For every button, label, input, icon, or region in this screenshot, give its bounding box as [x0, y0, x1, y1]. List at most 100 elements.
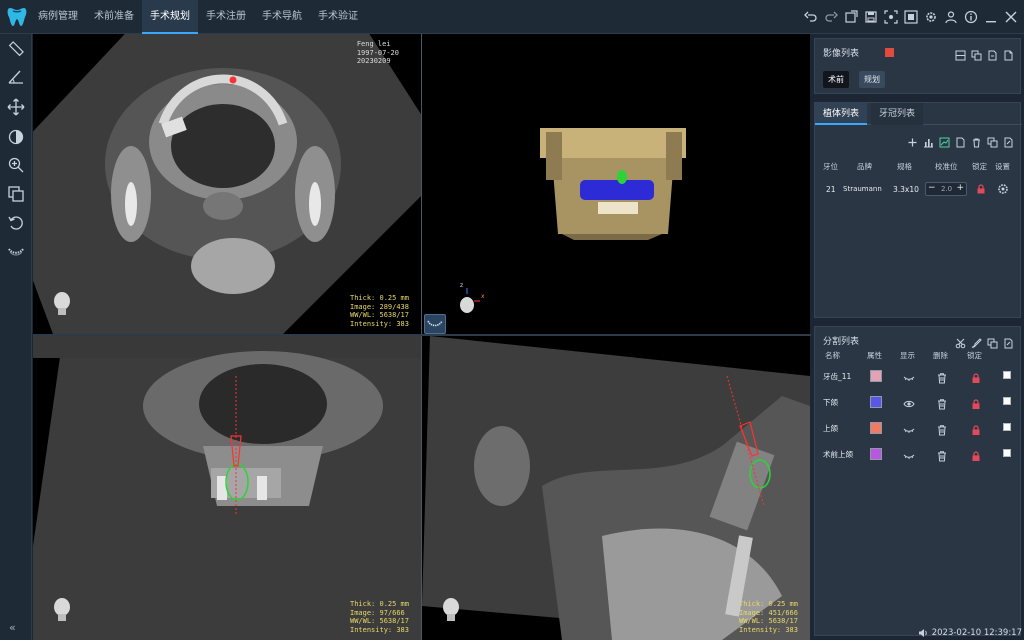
col-name: 名称 — [825, 351, 840, 360]
document-icon[interactable] — [955, 133, 966, 148]
chip-plan[interactable]: 规划 — [859, 71, 885, 88]
image-list-color-indicator — [885, 48, 894, 57]
viewport-divider-vertical[interactable] — [421, 34, 422, 640]
export-icon[interactable] — [1003, 334, 1014, 349]
segment-checkbox[interactable] — [1003, 423, 1011, 431]
tab-implant-list[interactable]: 植体列表 — [815, 103, 868, 125]
segment-row-tooth11[interactable]: 牙齿_11 — [815, 366, 1022, 388]
angle-icon[interactable] — [7, 68, 25, 86]
copy-icon[interactable] — [987, 133, 998, 148]
minimize-icon[interactable] — [984, 10, 998, 24]
status-datetime: 2023-02-10 12:39:17 — [931, 628, 1022, 638]
tab-surgical-registration[interactable]: 手术注册 — [198, 0, 254, 34]
axial-viewport[interactable]: Feng lei 1997-07-20 20230209 Thick: 0.25… — [33, 34, 421, 334]
axial-image-info: Thick: 0.25 mm Image: 289/438 WW/WL: 563… — [350, 294, 409, 328]
segment-color-swatch[interactable] — [870, 396, 882, 408]
slice-thickness: Thick: 0.25 mm — [738, 600, 798, 608]
col-delete: 删除 — [933, 351, 948, 360]
screenshot-icon[interactable] — [884, 10, 898, 24]
lock-icon[interactable] — [976, 184, 986, 194]
redo-icon[interactable] — [824, 10, 838, 24]
trash-icon[interactable] — [936, 395, 948, 410]
segment-color-swatch[interactable] — [870, 422, 882, 434]
copy-icon[interactable] — [987, 334, 998, 349]
tab-surgical-verification[interactable]: 手术验证 — [310, 0, 366, 34]
chart-icon[interactable] — [923, 133, 934, 148]
segment-color-swatch[interactable] — [870, 448, 882, 460]
trash-icon[interactable] — [936, 369, 948, 384]
dental-arch-icon[interactable] — [7, 242, 25, 260]
copy-icon[interactable] — [971, 46, 982, 61]
collapse-sidebar-icon[interactable]: « — [9, 621, 16, 634]
axis-z-label: z — [460, 282, 464, 289]
move-icon[interactable] — [7, 98, 25, 116]
settings-icon[interactable] — [924, 10, 938, 24]
export-icon[interactable] — [1003, 133, 1014, 148]
segment-row-preop-maxilla[interactable]: 术前上颌 — [815, 444, 1022, 466]
cut-icon[interactable] — [955, 334, 966, 349]
trash-icon[interactable] — [936, 421, 948, 436]
lock-icon[interactable] — [970, 447, 982, 461]
image-index: Image: 97/666 — [349, 608, 405, 617]
close-icon[interactable] — [1004, 10, 1018, 24]
slice-thickness: Thick: 0.25 mm — [349, 600, 409, 608]
3d-render-viewport[interactable]: z x — [422, 34, 810, 334]
tab-surgical-planning[interactable]: 手术规划 — [142, 0, 198, 34]
segment-row-mandible[interactable]: 下颌 — [815, 392, 1022, 414]
contrast-icon[interactable] — [7, 128, 25, 146]
stepper-plus-button[interactable]: + — [956, 183, 964, 193]
layers-icon[interactable] — [7, 185, 25, 203]
document-icon[interactable] — [1003, 46, 1014, 61]
segment-color-swatch[interactable] — [870, 370, 882, 382]
patient-info-overlay: Feng lei 1997-07-20 20230209 — [357, 40, 399, 66]
chip-preop[interactable]: 术前 — [823, 71, 849, 88]
eye-closed-icon[interactable] — [903, 421, 915, 433]
main-tabs: 病例管理 术前准备 手术规划 手术注册 手术导航 手术验证 — [30, 0, 366, 34]
add-icon[interactable] — [907, 133, 918, 147]
arch-view-toggle-button[interactable] — [424, 314, 446, 334]
delete-icon[interactable] — [971, 133, 982, 148]
eye-closed-icon[interactable] — [903, 369, 915, 381]
coronal-viewport[interactable]: Thick: 0.25 mm Image: 97/666 WW/WL: 5638… — [33, 336, 421, 640]
tab-surgical-navigation[interactable]: 手术导航 — [254, 0, 310, 34]
undo-icon[interactable] — [804, 10, 818, 24]
image-list-actions — [955, 46, 1014, 61]
tab-crown-list[interactable]: 牙冠列表 — [871, 103, 924, 125]
trend-icon[interactable] — [939, 133, 950, 148]
calibration-stepper[interactable]: − 2.0 + — [925, 182, 967, 196]
lock-icon[interactable] — [970, 395, 982, 409]
ruler-icon[interactable] — [7, 40, 25, 58]
segment-checkbox[interactable] — [1003, 371, 1011, 379]
import-icon[interactable] — [987, 46, 998, 61]
sagittal-viewport[interactable]: Thick: 0.25 mm Image: 451/666 WW/WL: 563… — [422, 336, 810, 640]
segment-checkbox[interactable] — [1003, 449, 1011, 457]
coronal-ct-image — [33, 336, 421, 640]
save-icon[interactable] — [864, 10, 878, 24]
lock-icon[interactable] — [970, 369, 982, 383]
calibration-value[interactable]: 2.0 — [941, 185, 952, 193]
eye-open-icon[interactable] — [903, 395, 915, 408]
export-icon[interactable] — [844, 10, 858, 24]
patient-dob: 1997-07-20 — [356, 48, 399, 57]
speaker-icon[interactable] — [918, 628, 928, 638]
stepper-minus-button[interactable]: − — [928, 183, 936, 193]
layout-icon[interactable] — [955, 46, 966, 61]
zoom-icon[interactable] — [7, 156, 25, 174]
trash-icon[interactable] — [936, 447, 948, 462]
user-icon[interactable] — [944, 10, 958, 24]
capture-icon[interactable] — [904, 10, 918, 24]
viewport-divider-horizontal[interactable] — [33, 334, 811, 336]
lock-icon[interactable] — [970, 421, 982, 435]
settings-icon[interactable] — [997, 183, 1009, 195]
tab-case-management[interactable]: 病例管理 — [30, 0, 86, 34]
implant-row[interactable]: 21 Straumann 3.3x10 − 2.0 + — [815, 181, 1022, 199]
axial-ct-image — [33, 34, 421, 334]
rotate-icon[interactable] — [7, 214, 25, 232]
segment-name: 牙齿_11 — [823, 372, 852, 381]
segment-row-maxilla[interactable]: 上颌 — [815, 418, 1022, 440]
brush-icon[interactable] — [971, 334, 982, 348]
segment-checkbox[interactable] — [1003, 397, 1011, 405]
eye-closed-icon[interactable] — [903, 447, 915, 459]
tab-preop-prep[interactable]: 术前准备 — [86, 0, 142, 34]
info-icon[interactable] — [964, 10, 978, 24]
